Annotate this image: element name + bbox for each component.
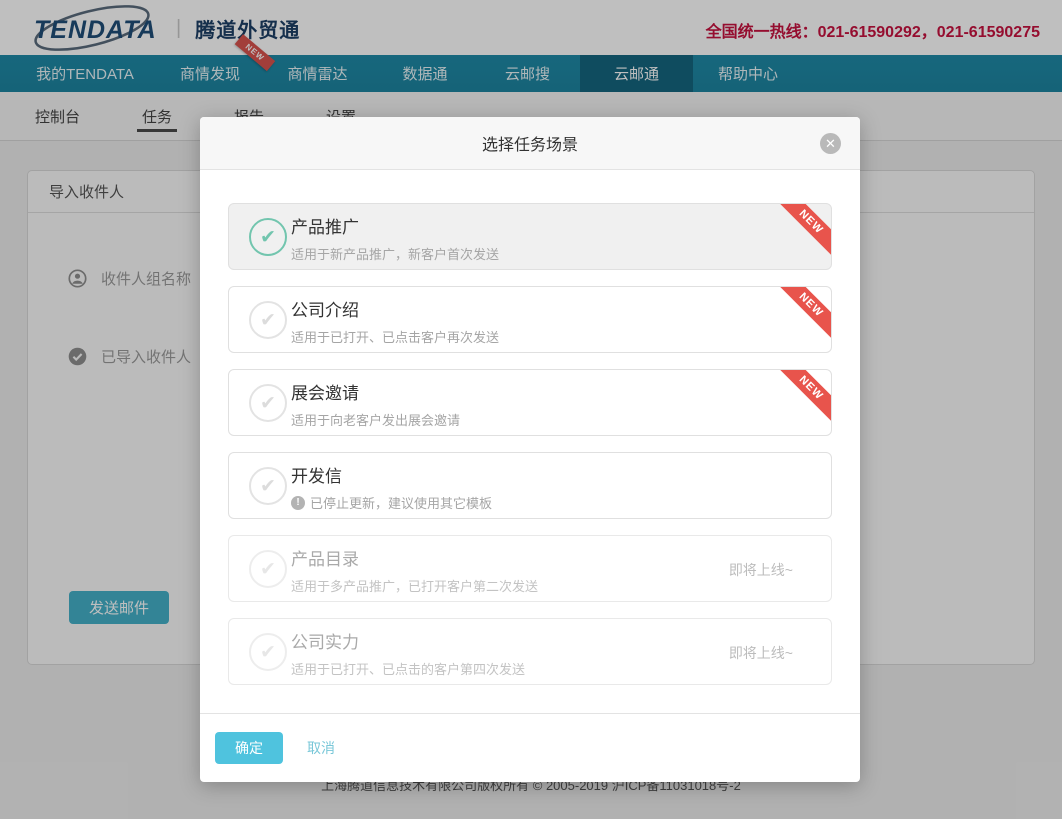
check-circle-icon: ✔ (249, 384, 287, 422)
modal-footer: 确定 取消 (200, 713, 860, 782)
check-circle-icon: ✔ (249, 550, 287, 588)
task-scene-modal: 选择任务场景 ✕ ✔ 产品推广 适用于新产品推广，新客户首次发送 NEW ✔ 公… (200, 117, 860, 782)
check-circle-icon: ✔ (249, 301, 287, 339)
option-title: 展会邀请 (291, 379, 460, 404)
new-ribbon: NEW (774, 203, 832, 261)
option-company-intro[interactable]: ✔ 公司介绍 适用于已打开、已点击客户再次发送 NEW (228, 286, 832, 353)
cancel-button[interactable]: 取消 (307, 738, 335, 758)
option-company-strength: ✔ 公司实力 适用于已打开、已点击的客户第四次发送 即将上线~ (228, 618, 832, 685)
option-title: 开发信 (291, 462, 492, 487)
option-title: 公司介绍 (291, 296, 499, 321)
option-desc: 适用于向老客户发出展会邀请 (291, 410, 460, 429)
confirm-button[interactable]: 确定 (215, 732, 283, 764)
new-ribbon: NEW (774, 286, 832, 344)
option-desc: 适用于多产品推广，已打开客户第二次发送 (291, 576, 538, 595)
info-icon: ! (291, 496, 305, 510)
new-ribbon: NEW (774, 369, 832, 427)
page: TENDATA | 腾道外贸通 全国统一热线：021-61590292，021-… (0, 0, 1062, 819)
option-exhibition-invite[interactable]: ✔ 展会邀请 适用于向老客户发出展会邀请 NEW (228, 369, 832, 436)
check-circle-icon: ✔ (249, 467, 287, 505)
modal-body: ✔ 产品推广 适用于新产品推广，新客户首次发送 NEW ✔ 公司介绍 适用于已打… (200, 170, 860, 713)
option-product-promotion[interactable]: ✔ 产品推广 适用于新产品推广，新客户首次发送 NEW (228, 203, 832, 270)
option-desc: 适用于新产品推广，新客户首次发送 (291, 244, 499, 263)
coming-soon-label: 即将上线~ (729, 643, 793, 663)
option-desc: 适用于已打开、已点击的客户第四次发送 (291, 659, 525, 678)
option-title: 产品推广 (291, 213, 499, 238)
option-title: 公司实力 (291, 628, 525, 653)
modal-title: 选择任务场景 (482, 131, 578, 155)
option-cold-email[interactable]: ✔ 开发信 ! 已停止更新，建议使用其它模板 (228, 452, 832, 519)
modal-header: 选择任务场景 ✕ (200, 117, 860, 170)
option-desc: 适用于已打开、已点击客户再次发送 (291, 327, 499, 346)
coming-soon-label: 即将上线~ (729, 560, 793, 580)
option-title: 产品目录 (291, 545, 538, 570)
check-circle-icon: ✔ (249, 633, 287, 671)
check-circle-icon: ✔ (249, 218, 287, 256)
option-product-catalog: ✔ 产品目录 适用于多产品推广，已打开客户第二次发送 即将上线~ (228, 535, 832, 602)
option-desc: ! 已停止更新，建议使用其它模板 (291, 493, 492, 512)
close-icon[interactable]: ✕ (820, 133, 841, 154)
